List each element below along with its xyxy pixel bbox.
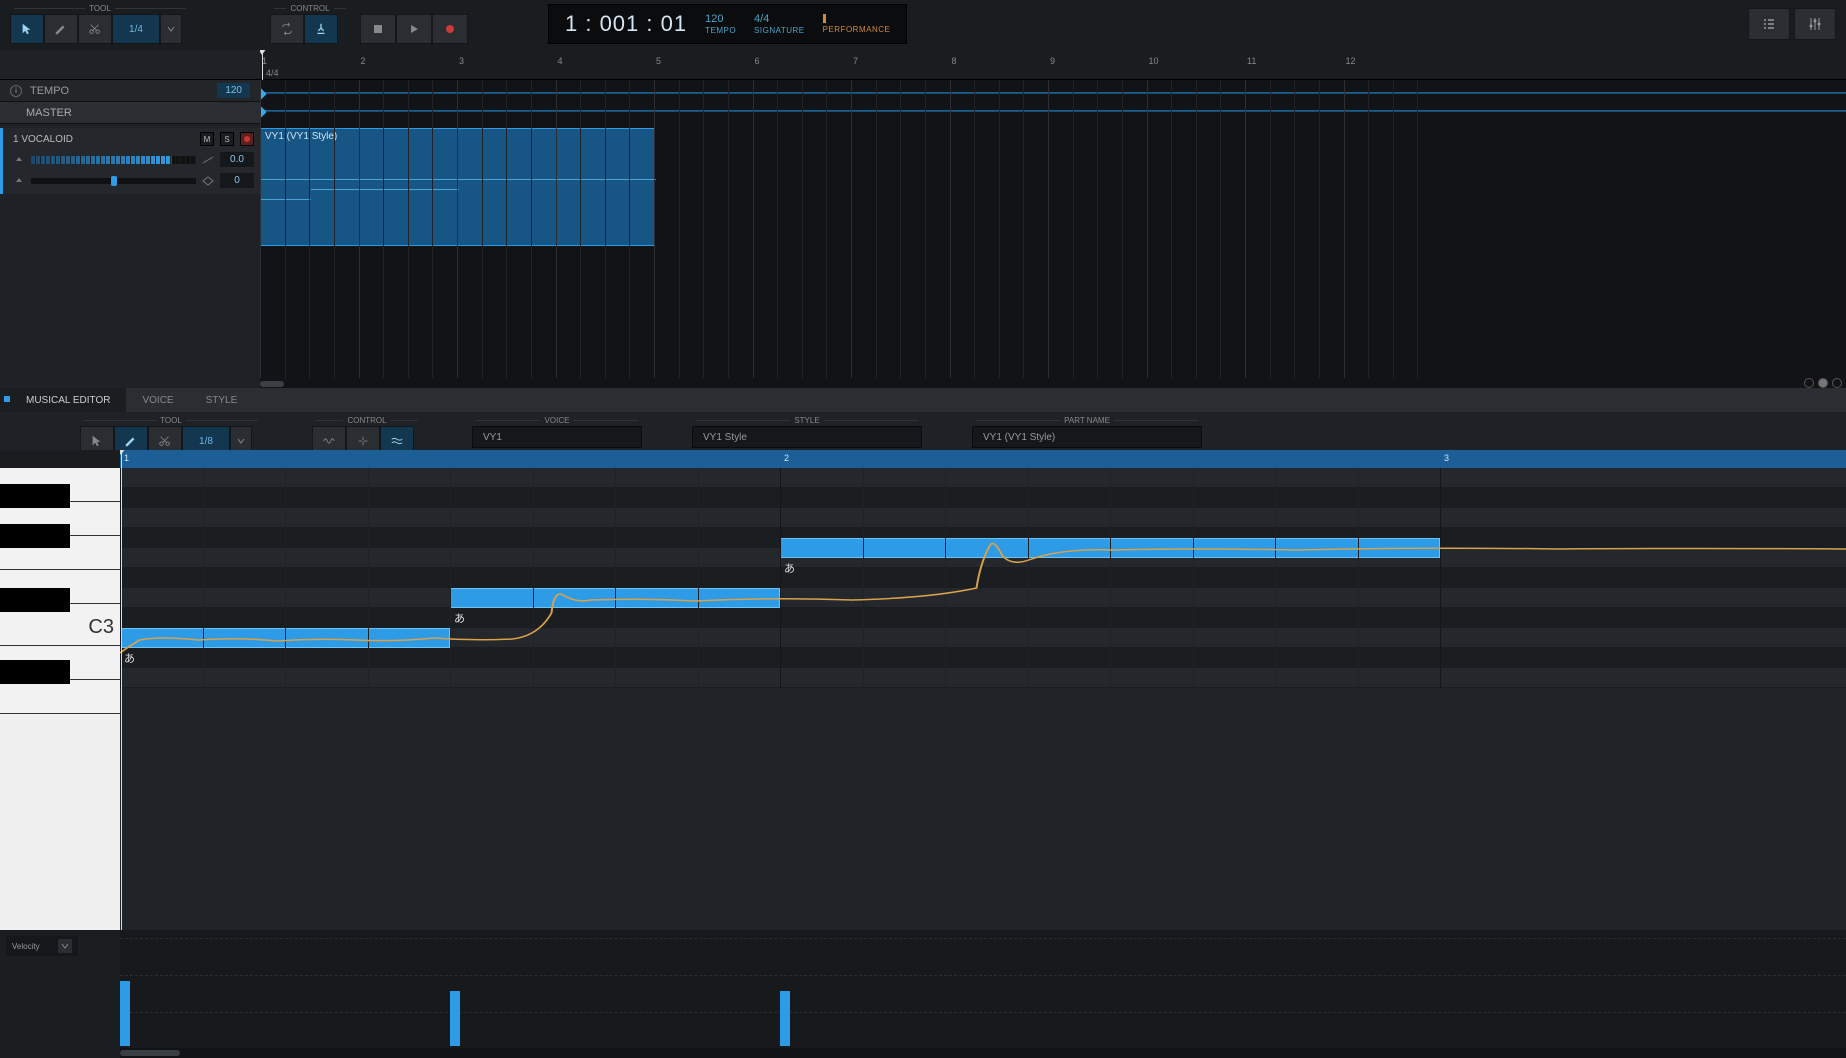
zoom-in-button[interactable]: [1832, 378, 1842, 388]
signature-label: SIGNATURE: [754, 26, 805, 35]
partname-field[interactable]: VY1 (VY1 Style): [972, 426, 1202, 448]
note-lyric: あ: [784, 560, 795, 576]
pr-bar-number: 2: [784, 453, 789, 463]
me-control-label: CONTROL: [347, 416, 386, 425]
volume-value[interactable]: 0.0: [220, 152, 254, 167]
tab-style[interactable]: STYLE: [190, 388, 254, 412]
loop-button[interactable]: [270, 14, 304, 44]
arrow-tool-button[interactable]: [10, 14, 44, 44]
pr-bar-number: 3: [1444, 453, 1449, 463]
me-voice-label: VOICE: [545, 416, 570, 425]
bar-number: 11: [1247, 56, 1256, 66]
list-view-button[interactable]: [1748, 8, 1790, 40]
timeline-ruler[interactable]: 4/4 123456789101112: [260, 50, 1846, 80]
pan-value[interactable]: 0: [220, 173, 254, 188]
velocity-label: Velocity: [12, 942, 40, 951]
zoom-out-button[interactable]: [1804, 378, 1814, 388]
piano-keyboard[interactable]: C3: [0, 468, 120, 930]
mute-button[interactable]: M: [200, 132, 214, 146]
performance-label[interactable]: PERFORMANCE: [823, 25, 891, 34]
record-icon: [446, 25, 454, 33]
zoom-slider[interactable]: [1818, 378, 1828, 388]
velocity-scrollbar[interactable]: [120, 1048, 1846, 1058]
collapse-pan-button[interactable]: [13, 175, 25, 187]
pencil-tool-button[interactable]: [44, 14, 78, 44]
velocity-lane: Velocity: [0, 930, 1846, 1058]
arrange-view: i TEMPO 120 MASTER 1 VOCALOID M S: [0, 50, 1846, 388]
quantize-dropdown[interactable]: [160, 14, 182, 44]
gain-icon: [202, 156, 214, 164]
track-list-panel: i TEMPO 120 MASTER 1 VOCALOID M S: [0, 50, 260, 388]
bar-number: 5: [656, 56, 661, 66]
bar-number: 4: [558, 56, 563, 66]
piano-roll: C3 123 あ: [0, 450, 1846, 930]
tab-voice[interactable]: VOICE: [126, 388, 189, 412]
me-partname-label: PART NAME: [1064, 416, 1110, 425]
bar-number: 9: [1050, 56, 1055, 66]
velocity-bar[interactable]: [780, 991, 790, 1046]
bar-number: 7: [853, 56, 858, 66]
performance-mark-icon: [823, 14, 826, 23]
bar-number: 2: [361, 56, 366, 66]
info-icon: i: [10, 85, 22, 97]
velocity-editor[interactable]: [120, 930, 1846, 1058]
solo-button[interactable]: S: [220, 132, 234, 146]
volume-slider[interactable]: [31, 156, 196, 164]
tempo-row-value[interactable]: 120: [217, 83, 250, 98]
me-tool-label: TOOL: [160, 416, 182, 425]
time-signature: 4/4: [266, 68, 279, 78]
stop-button[interactable]: [360, 14, 396, 44]
quantize-selector[interactable]: 1/4: [112, 14, 160, 44]
tempo-row[interactable]: i TEMPO 120: [0, 80, 260, 102]
piano-roll-ruler[interactable]: 123: [120, 450, 1846, 468]
voice-selector[interactable]: VY1: [472, 426, 642, 448]
track-record-button[interactable]: [240, 132, 254, 146]
tab-musical-editor[interactable]: MUSICAL EDITOR: [0, 388, 126, 412]
velocity-bar[interactable]: [450, 991, 460, 1046]
timeline[interactable]: 4/4 123456789101112 VY1 (VY1 Style): [260, 50, 1846, 388]
record-button[interactable]: [432, 14, 468, 44]
control-section-label: CONTROL: [290, 4, 329, 13]
bar-number: 12: [1346, 56, 1356, 66]
tool-section-label: TOOL: [89, 4, 111, 13]
track-header[interactable]: 1 VOCALOID M S 0.0 0: [0, 128, 260, 194]
me-style-label: STYLE: [794, 416, 819, 425]
top-toolbar: TOOL 1/4 CONTROL: [0, 0, 1846, 50]
pan-icon: [202, 176, 214, 186]
tempo-label: TEMPO: [705, 26, 736, 35]
pan-slider[interactable]: [31, 178, 196, 184]
collapse-volume-button[interactable]: [13, 154, 25, 166]
style-selector[interactable]: VY1 Style: [692, 426, 922, 448]
chevron-down-icon: [58, 939, 72, 953]
signature-value[interactable]: 4/4: [754, 13, 769, 25]
scissors-tool-button[interactable]: [78, 14, 112, 44]
play-button[interactable]: [396, 14, 432, 44]
bar-number: 8: [952, 56, 957, 66]
master-row[interactable]: MASTER: [0, 102, 260, 124]
tempo-row-label: TEMPO: [30, 85, 69, 97]
bar-number: 10: [1149, 56, 1159, 66]
pianoroll-playhead[interactable]: [121, 450, 122, 930]
tempo-value[interactable]: 120: [705, 13, 723, 25]
c3-label: C3: [88, 616, 114, 639]
track-name[interactable]: 1 VOCALOID: [13, 134, 194, 145]
velocity-bar[interactable]: [120, 981, 130, 1046]
song-position-display: 1 : 001 : 01 120 TEMPO 4/4 SIGNATURE PER…: [548, 4, 907, 44]
mixer-button[interactable]: [1794, 8, 1836, 40]
note-lyric: あ: [124, 650, 135, 666]
bar-number: 6: [755, 56, 760, 66]
piano-roll-grid[interactable]: 123 あ あ あ: [120, 450, 1846, 930]
snap-button[interactable]: [304, 14, 338, 44]
timeline-scrollbar[interactable]: [260, 380, 1846, 388]
editor-tabs: MUSICAL EDITOR VOICE STYLE: [0, 388, 1846, 412]
song-position: 1 : 001 : 01: [565, 11, 687, 37]
note-lyric: あ: [454, 610, 465, 626]
musical-editor-toolbar: TOOL 1/8 CONTROL VOICE VY1 STYLE VY1 St: [0, 412, 1846, 450]
velocity-selector[interactable]: Velocity: [6, 936, 78, 956]
master-label: MASTER: [26, 107, 72, 119]
bar-number: 3: [459, 56, 464, 66]
